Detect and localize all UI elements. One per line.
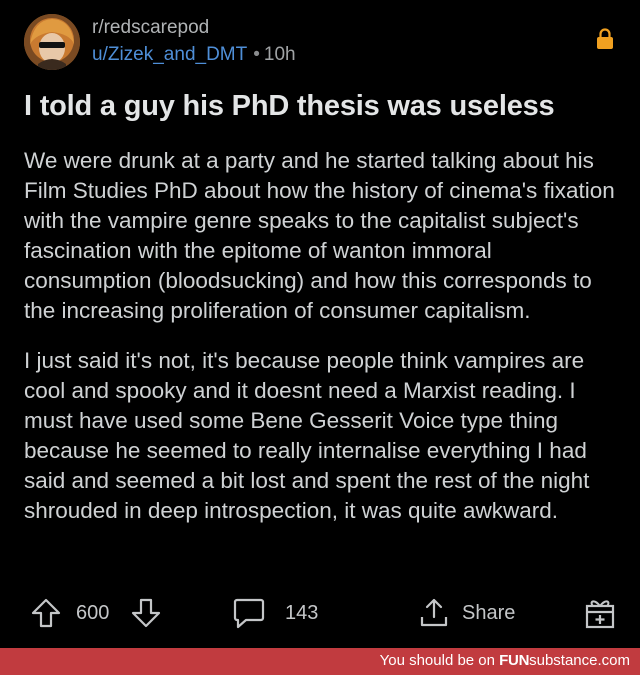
share-icon xyxy=(420,598,448,627)
watermark-bar: You should be on FUNsubstance.com xyxy=(0,648,640,675)
award-button[interactable] xyxy=(584,590,616,636)
comment-count: 143 xyxy=(285,601,319,624)
vote-count: 600 xyxy=(76,601,110,624)
avatar-image xyxy=(24,14,80,70)
comment-button[interactable] xyxy=(232,590,266,636)
subreddit-name[interactable]: r/redscarepod xyxy=(92,17,209,39)
upvote-button[interactable] xyxy=(30,590,62,636)
arrow-up-icon xyxy=(31,598,61,628)
avatar[interactable] xyxy=(24,14,80,70)
post-body: We were drunk at a party and he started … xyxy=(24,146,624,546)
watermark-text: You should be on FUNsubstance.com xyxy=(380,652,630,669)
watermark-prefix: You should be on xyxy=(379,652,500,669)
share-label: Share xyxy=(462,601,516,624)
action-bar: 600 143 Share xyxy=(0,590,640,636)
username-link[interactable]: u/Zizek_and_DMT xyxy=(92,44,247,65)
post-paragraph: We were drunk at a party and he started … xyxy=(24,148,615,323)
downvote-button[interactable] xyxy=(130,590,162,636)
comment-bubble-icon xyxy=(233,598,265,629)
post-header: r/redscarepod u/Zizek_and_DMT • 10h xyxy=(24,14,620,70)
watermark-brand-rest: substance.com xyxy=(529,652,630,669)
post-meta: u/Zizek_and_DMT • 10h xyxy=(92,44,296,66)
arrow-down-icon xyxy=(131,598,161,628)
meta-separator: • xyxy=(253,44,260,65)
post-age: 10h xyxy=(263,44,296,65)
post-paragraph: I just said it's not, it's because peopl… xyxy=(24,348,590,523)
share-button[interactable]: Share xyxy=(418,590,515,636)
gift-icon xyxy=(585,600,615,629)
lock-icon xyxy=(597,28,613,49)
post-title: I told a guy his PhD thesis was useless xyxy=(24,90,555,122)
watermark-brand-bold: FUN xyxy=(499,652,530,669)
